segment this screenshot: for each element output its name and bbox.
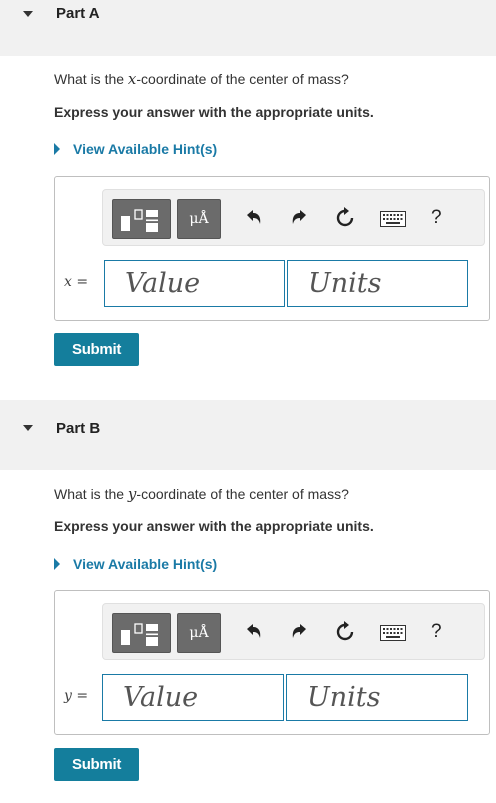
part-b-submit-button[interactable]: Submit — [54, 748, 139, 781]
value-input[interactable] — [104, 260, 285, 307]
undo-icon[interactable] — [244, 622, 264, 642]
part-b-title: Part B — [56, 420, 101, 437]
collapse-triangle-icon[interactable] — [23, 11, 33, 17]
part-a-title: Part A — [56, 5, 100, 22]
x-equation-label: x = — [64, 274, 89, 290]
expand-arrow-icon — [54, 558, 60, 570]
math-toolbar: μÅ ? — [102, 603, 485, 660]
help-icon[interactable]: ? — [431, 208, 442, 228]
help-icon[interactable]: ? — [431, 622, 442, 642]
part-a-question: What is the x-coordinate of the center o… — [54, 70, 349, 88]
units-input[interactable] — [286, 674, 468, 721]
keyboard-icon[interactable] — [380, 625, 406, 641]
part-b-header[interactable]: Part B — [0, 400, 496, 470]
part-a-header[interactable]: Part A — [0, 0, 496, 56]
y-equation-label: y = — [64, 688, 89, 704]
redo-icon[interactable] — [289, 208, 309, 228]
units-button[interactable]: μÅ — [177, 613, 221, 653]
part-a-answer-box: μÅ ? x = — [54, 176, 490, 321]
templates-button[interactable] — [112, 613, 171, 653]
undo-icon[interactable] — [244, 208, 264, 228]
math-toolbar: μÅ ? — [102, 189, 485, 246]
part-b-question: What is the y-coordinate of the center o… — [54, 485, 349, 503]
templates-icon — [121, 209, 158, 232]
units-icon: μÅ — [189, 211, 209, 227]
units-icon: μÅ — [189, 625, 209, 641]
redo-icon[interactable] — [289, 622, 309, 642]
reset-icon[interactable] — [334, 621, 356, 643]
part-a-hint-link[interactable]: View Available Hint(s) — [54, 141, 217, 157]
templates-button[interactable] — [112, 199, 171, 239]
part-b-hint-link[interactable]: View Available Hint(s) — [54, 556, 217, 572]
collapse-triangle-icon[interactable] — [23, 425, 33, 431]
part-b-answer-box: μÅ ? y = — [54, 590, 490, 735]
reset-icon[interactable] — [334, 207, 356, 229]
part-a-instruction: Express your answer with the appropriate… — [54, 104, 374, 120]
units-button[interactable]: μÅ — [177, 199, 221, 239]
value-input[interactable] — [102, 674, 284, 721]
part-a-submit-button[interactable]: Submit — [54, 333, 139, 366]
units-input[interactable] — [287, 260, 468, 307]
part-b-instruction: Express your answer with the appropriate… — [54, 518, 374, 534]
keyboard-icon[interactable] — [380, 211, 406, 227]
templates-icon — [121, 623, 158, 646]
expand-arrow-icon — [54, 143, 60, 155]
